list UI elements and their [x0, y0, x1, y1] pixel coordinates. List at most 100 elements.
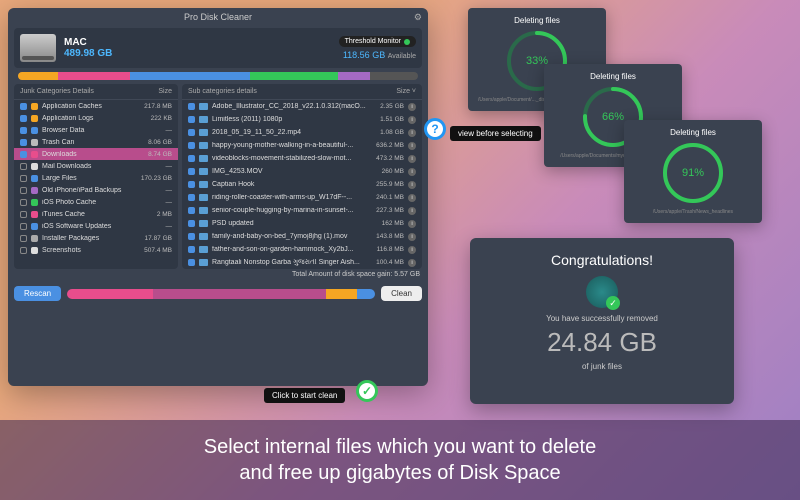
file-row[interactable]: Limitless (2011) 1080p1.51 GBi: [182, 113, 422, 126]
checkbox[interactable]: [20, 115, 27, 122]
checkbox[interactable]: [188, 246, 195, 253]
gain-bar: [67, 289, 375, 299]
checkbox[interactable]: [188, 220, 195, 227]
info-icon[interactable]: i: [408, 233, 416, 241]
status-dot-icon: [404, 39, 410, 45]
info-icon[interactable]: i: [408, 103, 416, 111]
info-icon[interactable]: i: [408, 129, 416, 137]
threshold-pill[interactable]: Threshold Monitor: [339, 36, 416, 47]
info-icon[interactable]: i: [408, 181, 416, 189]
checkbox[interactable]: [20, 235, 27, 242]
checkbox[interactable]: [20, 103, 27, 110]
app-window: Pro Disk Cleaner ⚙ MAC 489.98 GB Thresho…: [8, 8, 428, 386]
disk-icon: [20, 34, 56, 62]
file-row[interactable]: Rangtaali Nonstop Garba ગુજરાતી Singer A…: [182, 256, 422, 269]
titlebar: Pro Disk Cleaner ⚙: [8, 8, 428, 26]
checkbox[interactable]: [188, 181, 195, 188]
color-chip-icon: [31, 223, 38, 230]
total-gain: Total Amount of disk space gain: 5.57 GB: [8, 269, 428, 280]
file-row[interactable]: family-and-baby-on-bed_7ymoj8jhg (1).mov…: [182, 230, 422, 243]
gear-icon[interactable]: ⚙: [414, 12, 422, 23]
callout-view: view before selecting: [450, 126, 541, 141]
checkbox[interactable]: [20, 223, 27, 230]
congrats-title: Congratulations!: [484, 252, 720, 268]
clean-button[interactable]: Clean: [381, 286, 422, 301]
checkbox[interactable]: [188, 168, 195, 175]
checkbox[interactable]: [20, 139, 27, 146]
color-chip-icon: [31, 151, 38, 158]
checkbox[interactable]: [20, 187, 27, 194]
checkbox[interactable]: [188, 259, 195, 266]
checkbox[interactable]: [20, 211, 27, 218]
info-icon[interactable]: i: [408, 207, 416, 215]
color-chip-icon: [31, 247, 38, 254]
file-row[interactable]: PSD updated162 MBi: [182, 217, 422, 230]
checkbox[interactable]: [188, 103, 195, 110]
category-row[interactable]: Installer Packages17.87 GB: [14, 232, 178, 244]
category-row[interactable]: iOS Software Updates—: [14, 220, 178, 232]
categories-panel: Junk Categories DetailsSize Application …: [14, 84, 178, 269]
checkbox[interactable]: [188, 233, 195, 240]
folder-icon: [199, 168, 208, 175]
info-icon[interactable]: i: [408, 116, 416, 124]
info-icon[interactable]: i: [408, 155, 416, 163]
color-chip-icon: [31, 103, 38, 110]
checkbox[interactable]: [20, 175, 27, 182]
subcategories-panel: Sub categories detailsSize ˅ Adobe_Illus…: [182, 84, 422, 269]
category-row[interactable]: Trash Can8.06 GB: [14, 136, 178, 148]
checkbox[interactable]: [188, 129, 195, 136]
file-row[interactable]: videoblocks-movement-stabilized-slow-mot…: [182, 152, 422, 165]
file-row[interactable]: Captian Hook255.9 MBi: [182, 178, 422, 191]
checkbox[interactable]: [20, 127, 27, 134]
category-row[interactable]: Application Logs222 KB: [14, 112, 178, 124]
category-row[interactable]: Application Caches217.8 MB: [14, 100, 178, 112]
category-row[interactable]: iOS Photo Cache—: [14, 196, 178, 208]
folder-icon: [199, 181, 208, 188]
checkbox[interactable]: [20, 247, 27, 254]
checkbox[interactable]: [188, 116, 195, 123]
app-title: Pro Disk Cleaner: [184, 12, 252, 22]
checkbox[interactable]: [188, 155, 195, 162]
info-icon[interactable]: i: [408, 194, 416, 202]
folder-icon: [199, 142, 208, 149]
file-row[interactable]: Adobe_Illustrator_CC_2018_v22.1.0.312(ma…: [182, 100, 422, 113]
disk-header: MAC 489.98 GB Threshold Monitor 118.56 G…: [14, 28, 422, 68]
category-row[interactable]: Screenshots507.4 MB: [14, 244, 178, 256]
file-row[interactable]: riding-roller-coaster-with-arms-up_W17dF…: [182, 191, 422, 204]
checkbox[interactable]: [188, 142, 195, 149]
success-disk-icon: [586, 276, 618, 308]
info-icon[interactable]: i: [408, 168, 416, 176]
category-row[interactable]: Old iPhone/iPad Backups—: [14, 184, 178, 196]
file-row[interactable]: happy-young-mother-walking-in-a-beautifu…: [182, 139, 422, 152]
info-icon[interactable]: i: [408, 220, 416, 228]
info-icon[interactable]: i: [408, 259, 416, 267]
checkbox[interactable]: [20, 163, 27, 170]
folder-icon: [199, 129, 208, 136]
checkbox[interactable]: [188, 194, 195, 201]
disk-available: 118.56 GB: [343, 50, 385, 60]
color-chip-icon: [31, 115, 38, 122]
folder-icon: [199, 103, 208, 110]
size-sort[interactable]: Size ˅: [396, 88, 416, 95]
checkbox[interactable]: [188, 207, 195, 214]
info-icon[interactable]: i: [408, 142, 416, 150]
color-chip-icon: [31, 175, 38, 182]
info-icon[interactable]: i: [408, 246, 416, 254]
file-row[interactable]: senior-couple-hugging-by-marina-in-sunse…: [182, 204, 422, 217]
category-row[interactable]: Downloads8.74 GB: [14, 148, 178, 160]
category-row[interactable]: iTunes Cache2 MB: [14, 208, 178, 220]
file-row[interactable]: 2018_05_19_11_50_22.mp41.08 GBi: [182, 126, 422, 139]
progress-card: Deleting files91%/Users/apple/Trash/News…: [624, 120, 762, 223]
disk-name: MAC: [64, 37, 331, 48]
color-chip-icon: [31, 127, 38, 134]
file-row[interactable]: IMG_4253.MOV260 MBi: [182, 165, 422, 178]
tagline: Select internal files which you want to …: [0, 420, 800, 500]
file-row[interactable]: father-and-son-on-garden-hammock_Xy2bJ..…: [182, 243, 422, 256]
checkbox[interactable]: [20, 199, 27, 206]
folder-icon: [199, 207, 208, 214]
checkbox[interactable]: [20, 151, 27, 158]
category-row[interactable]: Browser Data—: [14, 124, 178, 136]
category-row[interactable]: Mail Downloads—: [14, 160, 178, 172]
rescan-button[interactable]: Rescan: [14, 286, 61, 301]
category-row[interactable]: Large Files170.23 GB: [14, 172, 178, 184]
